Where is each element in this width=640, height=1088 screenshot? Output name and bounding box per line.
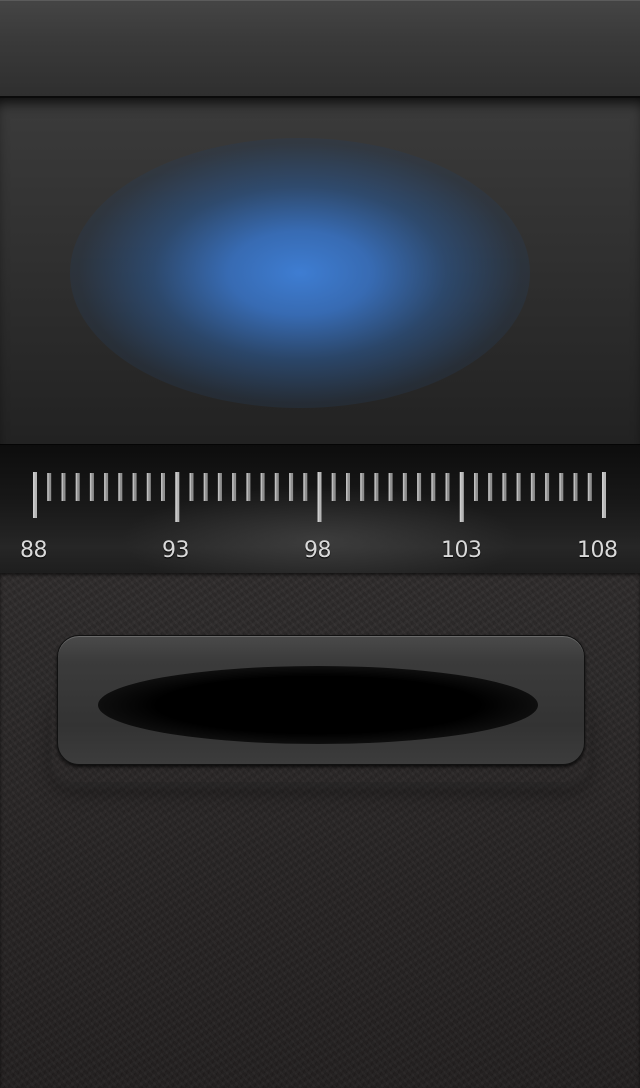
dial-tick-highlight	[189, 473, 191, 501]
dial-tick-highlight	[47, 473, 49, 501]
dial-tick-highlight	[602, 472, 604, 518]
radio-app: 88 93 98 103 108	[0, 0, 640, 1088]
display-panel	[0, 98, 640, 444]
dial-tick-highlight	[530, 473, 533, 501]
dial-tick-highlight	[374, 473, 376, 501]
slot-button[interactable]	[57, 635, 585, 765]
header-bar	[0, 0, 640, 98]
dial-tick-highlight	[402, 473, 405, 501]
freq-label-108: 108	[577, 538, 618, 563]
freq-label-98: 98	[304, 538, 332, 563]
dial-tick-highlight	[488, 473, 490, 501]
dial-tick-highlight	[289, 473, 291, 501]
dial-tick-highlight	[232, 473, 234, 501]
freq-label-88: 88	[20, 538, 48, 563]
dial-tick-highlight	[89, 473, 92, 501]
dial-tick-highlight	[132, 473, 135, 501]
dial-tick-highlight	[502, 473, 504, 501]
dial-tick-highlight	[104, 473, 106, 501]
dial-tick-highlight	[33, 472, 35, 518]
dial-tick-highlight	[203, 473, 206, 501]
dial-tick-highlight	[516, 473, 519, 501]
dial-tick-highlight	[459, 472, 462, 522]
dial-tick-highlight	[388, 473, 391, 501]
dial-tick-highlight	[317, 472, 319, 522]
slot-hole	[98, 666, 538, 744]
dial-tick-highlight	[417, 473, 419, 501]
dial-tick-highlight	[274, 473, 277, 501]
dial-tick-highlight	[146, 473, 149, 501]
dial-tick-highlight	[545, 473, 547, 501]
dial-tick-highlight	[445, 473, 447, 501]
dial-tick-highlight	[61, 473, 63, 501]
dial-tick-highlight	[346, 473, 348, 501]
dial-tick-highlight	[303, 473, 305, 501]
freq-label-103: 103	[441, 538, 482, 563]
dial-tick-highlight	[474, 473, 476, 501]
dial-tick-highlight	[559, 473, 561, 501]
dial-tick-highlight	[246, 473, 248, 501]
dial-tick-highlight	[360, 473, 362, 501]
display-glow	[70, 138, 530, 408]
freq-label-93: 93	[162, 538, 190, 563]
dial-tick-highlight	[175, 472, 177, 522]
dial-tick-highlight	[587, 473, 590, 501]
dial-tick-highlight	[431, 473, 433, 501]
dial-tick-highlight	[75, 473, 78, 501]
dial-tick-highlight	[118, 473, 120, 501]
dial-tick-highlight	[331, 473, 334, 501]
dial-tick-highlight	[161, 473, 163, 501]
dial-tick-highlight	[573, 473, 575, 501]
dial-tick-highlight	[260, 473, 263, 501]
dial-tick-highlight	[217, 473, 220, 501]
